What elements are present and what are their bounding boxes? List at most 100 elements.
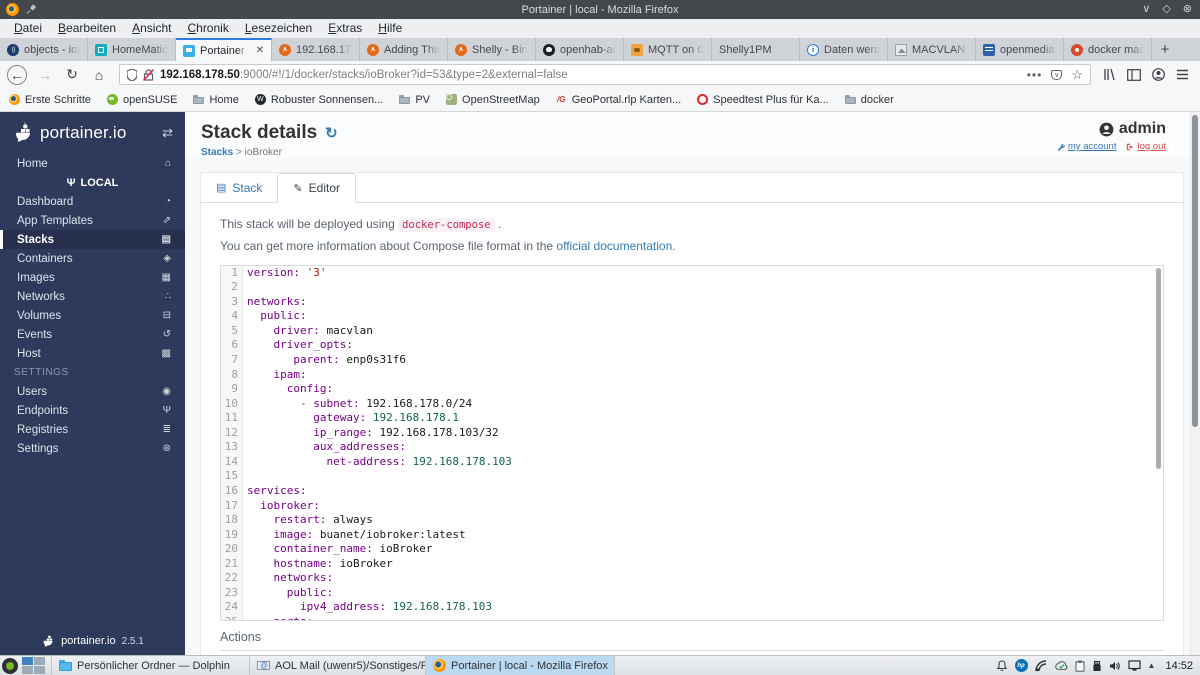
tracking-shield-icon[interactable]: [127, 68, 137, 81]
desktop-4[interactable]: [34, 666, 45, 674]
sidebar-item-app-templates[interactable]: App Templates ⇗: [0, 211, 185, 230]
desktop-1[interactable]: [22, 657, 33, 665]
containers-icon: ◈: [163, 253, 171, 264]
hamburger-menu-icon[interactable]: [1176, 69, 1189, 80]
log-out-link[interactable]: log out: [1126, 141, 1166, 152]
menu-lesezeichen[interactable]: Lesezeichen: [237, 19, 320, 38]
browser-tab[interactable]: 192.168.178.1: [272, 38, 360, 61]
bookmark-item[interactable]: Home: [193, 94, 239, 106]
user-menu[interactable]: admin: [1057, 120, 1166, 138]
page-header: Stack details ↻ Stacks > ioBroker admin: [185, 112, 1200, 158]
sidebar-toggle-icon[interactable]: [1127, 68, 1141, 81]
maximize-icon[interactable]: ◇: [1162, 4, 1170, 15]
virtual-desktop-pager[interactable]: [22, 657, 45, 674]
menu-extras[interactable]: Extras: [320, 19, 370, 38]
sidebar-item-volumes[interactable]: Volumes ⊟: [0, 306, 185, 325]
browser-tab[interactable]: MQTT on Ope: [624, 38, 712, 61]
sidebar-item-stacks[interactable]: Stacks ▤: [0, 230, 185, 249]
sidebar-item-containers[interactable]: Containers ◈: [0, 249, 185, 268]
bookmark-item[interactable]: Erste Schritte: [9, 94, 91, 106]
hp-tray-icon[interactable]: hp: [1014, 659, 1028, 672]
browser-tab[interactable]: Shelly1PM: [712, 38, 800, 61]
browser-tab[interactable]: HomeMatic W: [88, 38, 176, 61]
browser-tab[interactable]: Adding Things: [360, 38, 448, 61]
menu-chronik[interactable]: Chronik: [179, 19, 236, 38]
forward-button[interactable]: →: [33, 64, 57, 86]
insecure-lock-icon[interactable]: [143, 68, 154, 81]
sidebar-item-users[interactable]: Users ◉: [0, 382, 185, 401]
taskbar-task[interactable]: Portainer | local - Mozilla Firefox: [425, 655, 615, 675]
refresh-icon[interactable]: ↻: [325, 124, 338, 142]
sidebar-item-endpoints[interactable]: Endpoints Ψ: [0, 401, 185, 420]
menu-bearbeiten[interactable]: Bearbeiten: [50, 19, 124, 38]
my-account-link[interactable]: my account: [1057, 141, 1116, 152]
new-tab-button[interactable]: +: [1152, 38, 1178, 61]
endpoint-switch-icon[interactable]: ⇄: [162, 125, 173, 141]
close-tab-icon[interactable]: ✕: [256, 45, 264, 56]
page-actions-icon[interactable]: •••: [1027, 68, 1043, 82]
browser-tab[interactable]: openmediava: [976, 38, 1064, 61]
sidebar-section-header: SETTINGS: [14, 367, 69, 378]
menu-hilfe[interactable]: Hilfe: [370, 19, 410, 38]
menu-ansicht[interactable]: Ansicht: [124, 19, 179, 38]
browser-tab[interactable]: openhab-add: [536, 38, 624, 61]
sidebar-item-registries[interactable]: Registries ≣: [0, 420, 185, 439]
endpoint-local[interactable]: Ψ LOCAL: [0, 173, 185, 192]
browser-tab[interactable]: docker macvl: [1064, 38, 1152, 61]
bookmark-item[interactable]: docker: [844, 94, 894, 106]
desktop-2[interactable]: [34, 657, 45, 665]
cloud-sync-icon[interactable]: [1054, 660, 1068, 671]
app-launcher-icon[interactable]: [2, 657, 18, 674]
library-icon[interactable]: [1103, 68, 1116, 81]
network-signal-icon[interactable]: [1034, 659, 1047, 672]
display-network-icon[interactable]: [1127, 660, 1141, 671]
page-scrollbar[interactable]: [1190, 112, 1200, 655]
bookmark-item[interactable]: Speedtest Plus für Ka...: [697, 94, 829, 106]
official-documentation-link[interactable]: official documentation: [556, 239, 672, 253]
tab-editor[interactable]: ✎ Editor: [277, 173, 356, 203]
bookmark-star-icon[interactable]: ☆: [1071, 67, 1083, 83]
tab-stack[interactable]: ▤ Stack: [201, 173, 277, 202]
folder-icon: [193, 94, 205, 105]
back-button[interactable]: ←: [7, 64, 27, 85]
clipboard-icon[interactable]: [1075, 660, 1085, 672]
sidebar-logo[interactable]: portainer.io ⇄: [0, 112, 185, 154]
notifications-bell-icon[interactable]: [996, 659, 1008, 672]
bookmark-item[interactable]: OpenStreetMap: [446, 94, 540, 106]
breadcrumb-stacks-link[interactable]: Stacks: [201, 147, 233, 158]
sidebar-item-images[interactable]: Images ▦: [0, 268, 185, 287]
browser-tab[interactable]: Portainer ✕: [176, 38, 272, 61]
taskbar-task[interactable]: Persönlicher Ordner — Dolphin: [51, 655, 249, 675]
sidebar-item-host[interactable]: Host ▩: [0, 344, 185, 363]
sidebar-item-dashboard[interactable]: Dashboard ◔: [0, 192, 185, 211]
browser-tab[interactable]: Daten werden: [800, 38, 888, 61]
sidebar-item-events[interactable]: Events ↺: [0, 325, 185, 344]
close-icon[interactable]: ⊗: [1183, 4, 1192, 15]
bookmark-item[interactable]: openSUSE: [107, 94, 177, 106]
sidebar-item-home[interactable]: Home ⌂: [0, 154, 185, 173]
url-bar[interactable]: 192.168.178.50 :9000/#!/1/docker/stacks/…: [119, 64, 1091, 85]
bookmark-item[interactable]: PV: [399, 94, 430, 106]
browser-tab[interactable]: Shelly - Bindin: [448, 38, 536, 61]
bookmark-item[interactable]: Robuster Sonnensen...: [254, 94, 383, 106]
volume-icon[interactable]: [1109, 660, 1121, 672]
browser-tab[interactable]: MACVLAN übe: [888, 38, 976, 61]
code-line: 16 services:: [221, 483, 1163, 499]
tray-expander-icon[interactable]: ▲: [1148, 661, 1156, 670]
sidebar-item-settings[interactable]: Settings ⊛: [0, 439, 185, 458]
account-icon[interactable]: [1152, 68, 1165, 81]
minimize-icon[interactable]: ∨: [1142, 4, 1150, 15]
page-scrollbar-thumb[interactable]: [1192, 115, 1198, 427]
menu-datei[interactable]: Datei: [6, 19, 50, 38]
editor-scrollbar[interactable]: [1156, 267, 1161, 469]
desktop-3[interactable]: [22, 666, 33, 674]
pocket-icon[interactable]: ∨: [1051, 69, 1063, 80]
browser-tab[interactable]: objects - ioBro: [0, 38, 88, 61]
reload-button[interactable]: ↻: [60, 64, 84, 86]
taskbar-task[interactable]: AOL Mail (uwenr5)/Sonstiges/Polli...: [249, 655, 425, 675]
home-button[interactable]: ⌂: [87, 64, 111, 86]
compose-editor[interactable]: 1 version: '3' 2 3 networks: 4 public: 5 drive…: [220, 264, 1164, 621]
sidebar-item-networks[interactable]: Networks ∴: [0, 287, 185, 306]
bookmark-item[interactable]: GeoPortal.rlp Karten...: [556, 94, 681, 106]
usb-device-icon[interactable]: [1092, 660, 1102, 672]
